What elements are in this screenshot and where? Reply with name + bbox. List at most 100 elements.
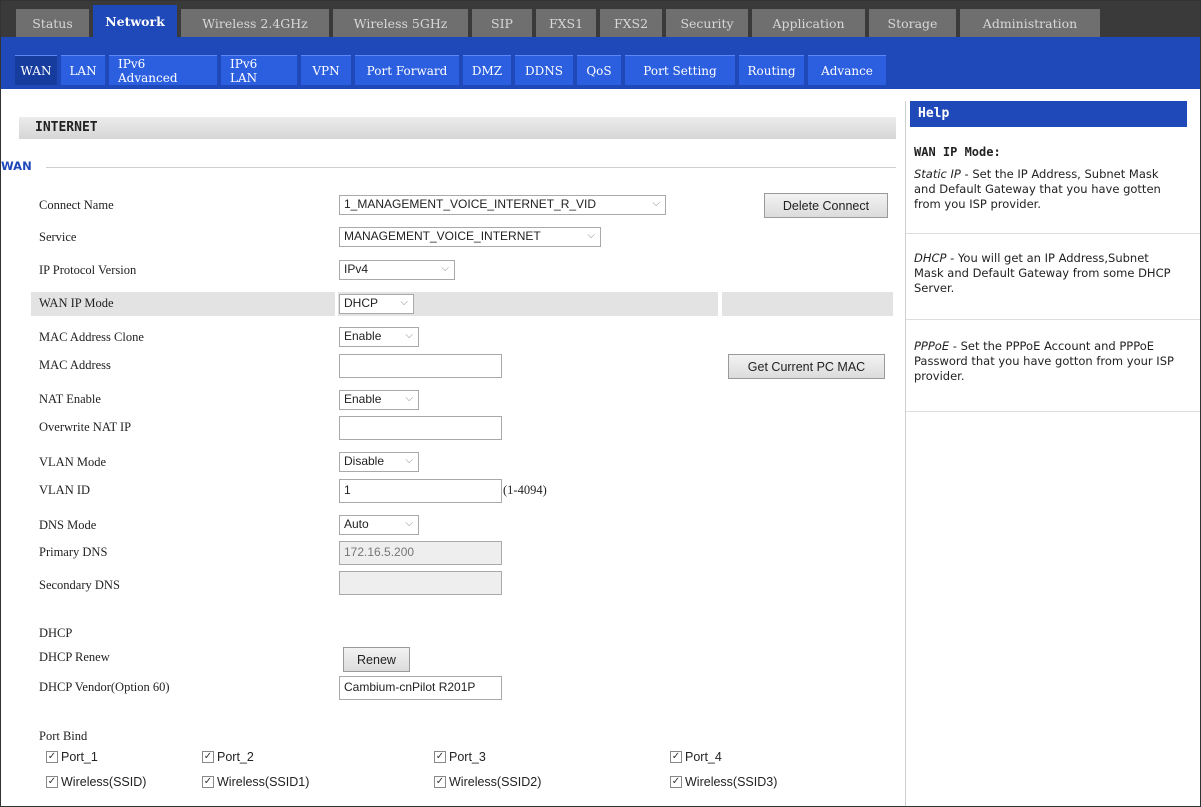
connect-name-label: Connect Name — [39, 198, 114, 212]
help-term: PPPoE — [914, 339, 950, 353]
port-3-checkbox[interactable]: ✓ Port_3 — [434, 750, 486, 764]
tab-application[interactable]: Application — [752, 9, 865, 37]
subtab-routing[interactable]: Routing — [739, 55, 804, 85]
vlan-mode-select[interactable]: Disable ⌵ — [339, 452, 419, 472]
wireless-ssid-checkbox[interactable]: ✓ Wireless(SSID) — [46, 775, 146, 789]
tab-fxs2[interactable]: FXS2 — [600, 9, 662, 37]
dhcp-heading: DHCP — [39, 626, 73, 640]
divider — [906, 411, 1200, 412]
tab-fxs1[interactable]: FXS1 — [536, 9, 596, 37]
chevron-down-icon: ⌵ — [405, 393, 413, 404]
mac-clone-label: MAC Address Clone — [39, 330, 144, 344]
checkmark-icon: ✓ — [202, 751, 214, 763]
chevron-down-icon: ⌵ — [652, 198, 660, 209]
subtab-wan[interactable]: WAN — [15, 55, 57, 85]
service-select[interactable]: MANAGEMENT_VOICE_INTERNET ⌵ — [339, 227, 601, 247]
wan-legend: WAN — [1, 159, 32, 173]
checkmark-icon: ✓ — [434, 776, 446, 788]
subtab-port-forward[interactable]: Port Forward — [355, 55, 459, 85]
help-title: WAN IP Mode: — [914, 145, 1001, 159]
overwrite-nat-input[interactable] — [339, 416, 502, 440]
top-navigation: Status Network Wireless 2.4GHz Wireless … — [1, 1, 1200, 37]
vlan-id-label: VLAN ID — [39, 483, 91, 497]
vlan-id-input[interactable]: 1 — [339, 479, 502, 503]
wireless-ssid1-checkbox[interactable]: ✓ Wireless(SSID1) — [202, 775, 309, 789]
wireless-ssid2-checkbox[interactable]: ✓ Wireless(SSID2) — [434, 775, 541, 789]
help-static-ip: Static IP - Set the IP Address, Subnet M… — [914, 167, 1179, 212]
subtab-dmz[interactable]: DMZ — [463, 55, 511, 85]
dhcp-vendor-label: DHCP Vendor(Option 60) — [39, 680, 170, 694]
delete-connect-button[interactable]: Delete Connect — [764, 193, 888, 218]
overwrite-nat-label: Overwrite NAT IP — [39, 420, 132, 434]
divider — [906, 319, 1200, 320]
primary-dns-label: Primary DNS — [39, 545, 108, 559]
subtab-vpn[interactable]: VPN — [301, 55, 351, 85]
dhcp-vendor-input[interactable]: Cambium-cnPilot R201P — [339, 676, 502, 700]
vlan-mode-label: VLAN Mode — [39, 455, 107, 469]
secondary-dns-input[interactable] — [339, 571, 502, 595]
checkmark-icon: ✓ — [46, 751, 58, 763]
help-term: Static IP — [914, 167, 961, 181]
checkmark-icon: ✓ — [46, 776, 58, 788]
chevron-down-icon: ⌵ — [441, 263, 449, 274]
subtab-ipv6-advanced[interactable]: IPv6 Advanced — [109, 55, 217, 85]
connect-name-select[interactable]: 1_MANAGEMENT_VOICE_INTERNET_R_VID ⌵ — [339, 195, 666, 215]
port-2-checkbox[interactable]: ✓ Port_2 — [202, 750, 254, 764]
chevron-down-icon: ⌵ — [587, 230, 595, 241]
chevron-down-icon: ⌵ — [405, 330, 413, 341]
subtab-port-setting[interactable]: Port Setting — [625, 55, 735, 85]
chevron-down-icon: ⌵ — [400, 297, 408, 308]
primary-dns-input[interactable]: 172.16.5.200 — [339, 541, 502, 565]
subtab-qos[interactable]: QoS — [577, 55, 621, 85]
nat-enable-label: NAT Enable — [39, 392, 101, 406]
divider — [906, 233, 1200, 234]
get-current-pc-mac-button[interactable]: Get Current PC MAC — [728, 354, 885, 379]
help-panel: Help WAN IP Mode: Static IP - Set the IP… — [905, 101, 1200, 806]
checkmark-icon: ✓ — [670, 776, 682, 788]
wireless-ssid3-checkbox[interactable]: ✓ Wireless(SSID3) — [670, 775, 777, 789]
chevron-down-icon: ⌵ — [405, 518, 413, 529]
subtab-ipv6-lan[interactable]: IPv6 LAN — [221, 55, 297, 85]
tab-wireless-24ghz[interactable]: Wireless 2.4GHz — [181, 9, 329, 37]
tab-sip[interactable]: SIP — [472, 9, 532, 37]
subtab-lan[interactable]: LAN — [61, 55, 105, 85]
checkmark-icon: ✓ — [434, 751, 446, 763]
help-pppoe: PPPoE - Set the PPPoE Account and PPPoE … — [914, 339, 1179, 384]
dns-mode-select[interactable]: Auto ⌵ — [339, 515, 419, 535]
subtab-ddns[interactable]: DDNS — [515, 55, 573, 85]
wan-ip-mode-select[interactable]: DHCP ⌵ — [339, 294, 414, 314]
vlan-id-range-hint: (1-4094) — [503, 483, 547, 497]
mac-address-input[interactable] — [339, 354, 502, 378]
row-separator — [335, 292, 338, 316]
help-term: DHCP — [914, 251, 947, 265]
tab-wireless-5ghz[interactable]: Wireless 5GHz — [333, 9, 468, 37]
main-content: INTERNET WAN Connect Name 1_MANAGEMENT_V… — [1, 89, 904, 806]
sub-navigation: WAN LAN IPv6 Advanced IPv6 LAN VPN Port … — [1, 37, 1200, 89]
help-text: - Set the PPPoE Account and PPPoE Passwo… — [914, 339, 1174, 383]
subtab-advance[interactable]: Advance — [808, 55, 886, 85]
secondary-dns-label: Secondary DNS — [39, 578, 120, 592]
wan-ip-mode-label: WAN IP Mode — [39, 296, 114, 310]
renew-button[interactable]: Renew — [343, 647, 410, 672]
tab-network[interactable]: Network — [93, 5, 177, 37]
port-1-checkbox[interactable]: ✓ Port_1 — [46, 750, 98, 764]
tab-status[interactable]: Status — [16, 9, 89, 37]
dhcp-renew-label: DHCP Renew — [39, 650, 110, 664]
row-separator — [718, 292, 722, 316]
help-text: - You will get an IP Address,Subnet Mask… — [914, 251, 1171, 295]
router-admin-page: Status Network Wireless 2.4GHz Wireless … — [0, 0, 1201, 807]
divider — [46, 167, 896, 168]
help-header: Help — [910, 101, 1187, 127]
port-4-checkbox[interactable]: ✓ Port_4 — [670, 750, 722, 764]
checkmark-icon: ✓ — [670, 751, 682, 763]
mac-clone-select[interactable]: Enable ⌵ — [339, 327, 419, 347]
dns-mode-label: DNS Mode — [39, 518, 97, 532]
ip-protocol-select[interactable]: IPv4 ⌵ — [339, 260, 455, 280]
tab-administration[interactable]: Administration — [960, 9, 1100, 37]
chevron-down-icon: ⌵ — [405, 455, 413, 466]
wan-ip-mode-row — [31, 292, 893, 316]
nat-enable-select[interactable]: Enable ⌵ — [339, 390, 419, 410]
tab-storage[interactable]: Storage — [869, 9, 956, 37]
tab-security[interactable]: Security — [666, 9, 748, 37]
port-bind-label: Port Bind — [39, 729, 88, 743]
